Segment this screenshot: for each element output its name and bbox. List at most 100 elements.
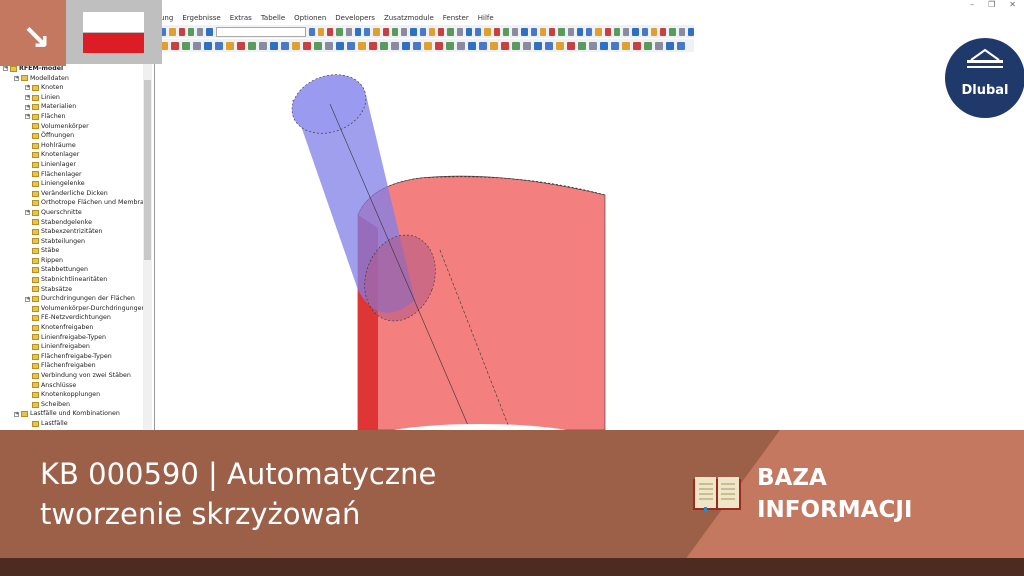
toolbar-button-icon[interactable] [303, 41, 311, 50]
tree-scrollbar-thumb[interactable] [144, 80, 151, 260]
toolbar-button-icon[interactable] [413, 41, 421, 50]
toolbar-button-icon[interactable] [391, 41, 399, 50]
toolbar-button-icon[interactable] [373, 27, 380, 36]
toolbar-button-icon[interactable] [589, 41, 597, 50]
tree-item[interactable]: Linienfreigabe-Typen [0, 333, 154, 343]
menu-item[interactable]: Ergebnisse [182, 14, 220, 22]
toolbar-button-icon[interactable] [438, 27, 445, 36]
toolbar-button-icon[interactable] [382, 27, 389, 36]
tree-item[interactable]: Knotenkopplungen [0, 390, 154, 400]
toolbar-button-icon[interactable] [226, 41, 234, 50]
toolbar-button-icon[interactable] [204, 41, 212, 50]
tree-item[interactable]: Flächenfreigabe-Typen [0, 352, 154, 362]
tree-item[interactable]: Anschlüsse [0, 381, 154, 391]
toolbar-button-icon[interactable] [611, 41, 619, 50]
tree-item[interactable]: Knotenlager [0, 150, 154, 160]
expand-icon[interactable]: + [25, 85, 30, 91]
tree-item[interactable]: Öffnungen [0, 131, 154, 141]
tree-item[interactable]: Stabexzentrizitäten [0, 227, 154, 237]
toolbar-button-icon[interactable] [336, 41, 344, 50]
tree-group[interactable]: + Lastfälle und Kombinationen [0, 409, 154, 419]
toolbar-button-icon[interactable] [259, 41, 267, 50]
tree-item[interactable]: Orthotrope Flächen und Membrar [0, 198, 154, 208]
toolbar-button-icon[interactable] [604, 27, 611, 36]
toolbar-button-icon[interactable] [655, 41, 663, 50]
toolbar-button-icon[interactable] [402, 41, 410, 50]
tree-item[interactable]: + Knoten [0, 83, 154, 93]
toolbar-button-icon[interactable] [424, 41, 432, 50]
toolbar-button-icon[interactable] [567, 27, 574, 36]
toolbar-button-icon[interactable] [468, 41, 476, 50]
toolbar-button-icon[interactable] [501, 41, 509, 50]
toolbar-button-icon[interactable] [457, 41, 465, 50]
toolbar-button-icon[interactable] [484, 27, 491, 36]
toolbar-button-icon[interactable] [292, 41, 300, 50]
toolbar-button-icon[interactable] [391, 27, 399, 36]
toolbar-button-icon[interactable] [419, 27, 426, 36]
toolbar-button-icon[interactable] [347, 41, 355, 50]
tree-item[interactable]: Stabsätze [0, 285, 154, 295]
toolbar-button-icon[interactable] [410, 27, 417, 36]
toolbar-button-icon[interactable] [187, 27, 194, 36]
toolbar-button-icon[interactable] [206, 27, 213, 36]
tree-item[interactable]: Linienlager [0, 160, 154, 170]
toolbar-button-icon[interactable] [456, 27, 463, 36]
toolbar-button-icon[interactable] [465, 27, 473, 36]
tree-item[interactable]: Veränderliche Dicken [0, 189, 154, 199]
tree-item[interactable]: Stäbe [0, 246, 154, 256]
toolbar-button-icon[interactable] [401, 27, 408, 36]
toolbar-button-icon[interactable] [237, 41, 245, 50]
toolbar-button-icon[interactable] [369, 41, 377, 50]
toolbar-button-icon[interactable] [586, 27, 593, 36]
expand-icon[interactable]: + [25, 210, 30, 216]
toolbar-button-icon[interactable] [534, 41, 542, 50]
toolbar-button-icon[interactable] [248, 41, 256, 50]
toolbar-button-icon[interactable] [595, 27, 602, 36]
expand-icon[interactable]: + [14, 75, 19, 81]
toolbar-button-icon[interactable] [558, 27, 565, 36]
toolbar-button-icon[interactable] [502, 27, 510, 36]
toolbar-button-icon[interactable] [512, 41, 520, 50]
toolbar-button-icon[interactable] [633, 41, 641, 50]
toolbar-button-icon[interactable] [576, 27, 584, 36]
tree-item[interactable]: FE-Netzverdichtungen [0, 313, 154, 323]
expand-icon[interactable]: + [14, 411, 19, 417]
toolbar-button-icon[interactable] [632, 27, 639, 36]
expand-icon[interactable]: + [25, 296, 30, 302]
menu-item[interactable]: Zusatzmodule [384, 14, 434, 22]
menu-item[interactable]: Fenster [443, 14, 469, 22]
tree-item[interactable]: + Linien [0, 93, 154, 103]
toolbar-button-icon[interactable] [490, 41, 498, 50]
menu-item[interactable]: Tabelle [261, 14, 285, 22]
toolbar-button-icon[interactable] [308, 27, 315, 36]
toolbar-button-icon[interactable] [669, 27, 676, 36]
expand-icon[interactable]: + [25, 114, 30, 120]
close-button[interactable]: ✕ [1009, 0, 1016, 9]
menu-item[interactable]: Developers [335, 14, 375, 22]
toolbar-button-icon[interactable] [556, 41, 564, 50]
tree-item[interactable]: Rippen [0, 256, 154, 266]
expand-icon[interactable]: + [25, 104, 30, 110]
toolbar-button-icon[interactable] [641, 27, 648, 36]
toolbar-button-icon[interactable] [521, 27, 528, 36]
toolbar-button-icon[interactable] [678, 27, 685, 36]
toolbar-button-icon[interactable] [169, 27, 176, 36]
tree-item[interactable]: + Durchdringungen der Flächen [0, 294, 154, 304]
toolbar-button-icon[interactable] [182, 41, 190, 50]
toolbar-button-icon[interactable] [435, 41, 443, 50]
toolbar-button-icon[interactable] [178, 27, 185, 36]
tree-item[interactable]: Knotenfreigaben [0, 323, 154, 333]
toolbar-button-icon[interactable] [493, 27, 500, 36]
toolbar-button-icon[interactable] [567, 41, 575, 50]
minimize-button[interactable]: – [970, 0, 974, 9]
tree-item[interactable]: Stabendgelenke [0, 218, 154, 228]
toolbar-button-icon[interactable] [530, 27, 537, 36]
toolbar-button-icon[interactable] [327, 27, 334, 36]
toolbar-button-icon[interactable] [644, 41, 652, 50]
toolbar-button-icon[interactable] [447, 27, 454, 36]
toolbar-button-icon[interactable] [197, 27, 204, 36]
tree-item[interactable]: Flächenfreigaben [0, 361, 154, 371]
tree-item[interactable]: Stabbettungen [0, 265, 154, 275]
menu-item[interactable]: Optionen [294, 14, 326, 22]
view-combo[interactable] [215, 26, 306, 37]
